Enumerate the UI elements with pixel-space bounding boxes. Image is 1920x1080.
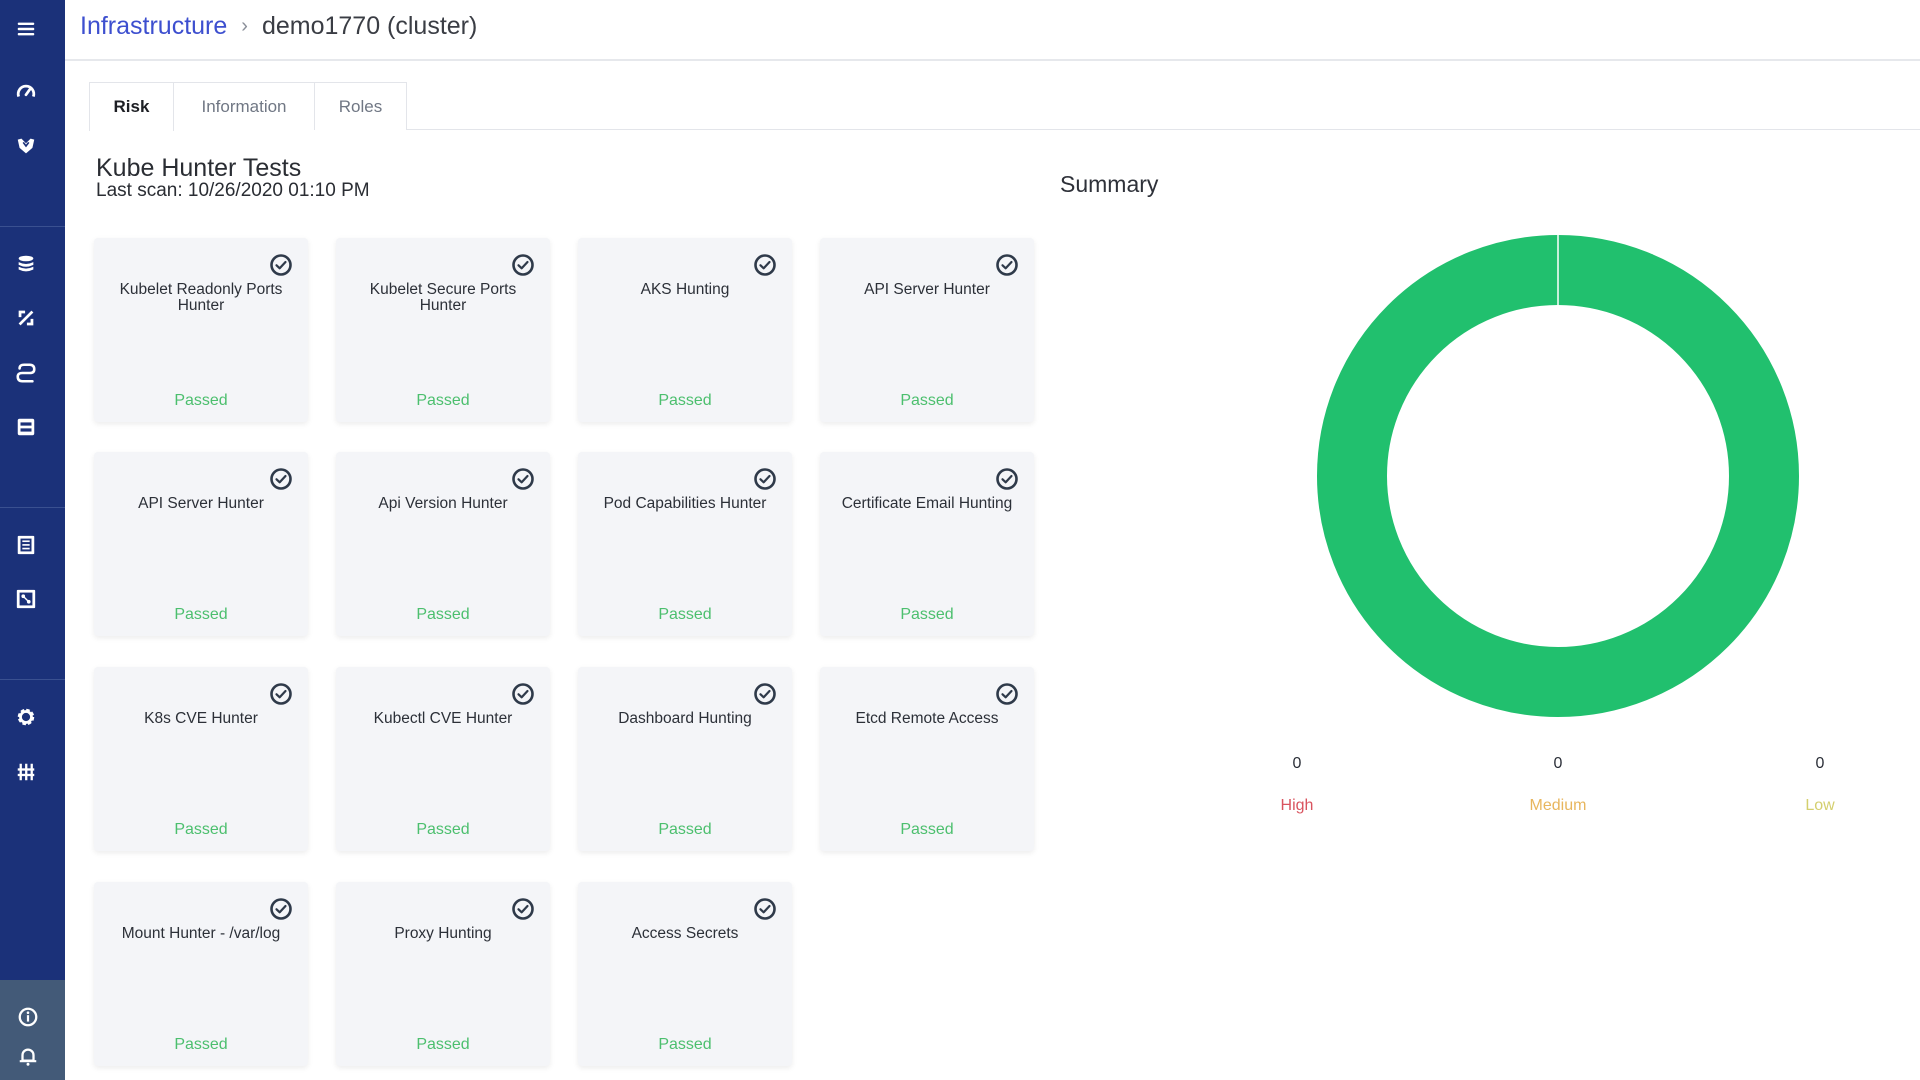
legend-low-count: 0 <box>1815 755 1825 772</box>
test-card[interactable]: AKS Hunting Passed <box>578 238 792 422</box>
bell-icon[interactable] <box>16 1044 40 1068</box>
tab-information[interactable]: Information <box>174 82 315 130</box>
test-name: Dashboard Hunting <box>618 710 752 727</box>
test-card[interactable]: Mount Hunter - /var/log Passed <box>94 882 308 1066</box>
test-status: Passed <box>658 606 712 623</box>
test-status: Passed <box>174 821 228 838</box>
test-status: Passed <box>900 606 954 623</box>
breadcrumb: Infrastructure › demo1770 (cluster) <box>80 12 477 41</box>
test-status: Passed <box>900 821 954 838</box>
test-card[interactable]: Kubelet Readonly Ports Hunter Passed <box>94 238 308 422</box>
test-card[interactable]: Api Version Hunter Passed <box>336 452 550 636</box>
test-card[interactable]: Proxy Hunting Passed <box>336 882 550 1066</box>
check-circle-icon <box>512 254 534 276</box>
summary-donut-chart <box>1317 234 1799 717</box>
breadcrumb-infrastructure-link[interactable]: Infrastructure <box>80 12 227 41</box>
legend-high-label: High <box>1280 797 1314 814</box>
check-circle-icon <box>270 468 292 490</box>
section-title: Kube Hunter Tests <box>96 154 302 182</box>
test-name: Mount Hunter - /var/log <box>121 925 281 942</box>
check-circle-icon <box>270 254 292 276</box>
check-circle-icon <box>996 468 1018 490</box>
test-name: Proxy Hunting <box>394 925 492 942</box>
breadcrumb-chevron-icon: › <box>241 15 248 37</box>
tab-bar: Risk Information Roles <box>89 82 1920 131</box>
layers-icon[interactable] <box>14 252 38 276</box>
test-status: Passed <box>900 392 954 409</box>
test-name: Api Version Hunter <box>378 495 508 512</box>
test-name: API Server Hunter <box>138 495 264 512</box>
percent-icon[interactable] <box>14 306 38 330</box>
check-circle-icon <box>512 898 534 920</box>
test-name: Kubectl CVE Hunter <box>373 710 513 727</box>
test-status: Passed <box>658 392 712 409</box>
check-circle-icon <box>996 254 1018 276</box>
test-name: API Server Hunter <box>864 281 990 298</box>
graph-icon[interactable] <box>14 587 38 611</box>
sidebar-divider <box>0 226 65 227</box>
info-icon[interactable] <box>16 1005 40 1029</box>
test-card[interactable]: API Server Hunter Passed <box>820 238 1034 422</box>
tab-roles[interactable]: Roles <box>315 82 407 130</box>
test-status: Passed <box>174 606 228 623</box>
test-status: Passed <box>416 821 470 838</box>
check-circle-icon <box>754 683 776 705</box>
test-name: Access Secrets <box>631 925 739 942</box>
legend-medium-count: 0 <box>1553 755 1563 772</box>
test-name: Etcd Remote Access <box>855 710 999 727</box>
test-card[interactable]: Access Secrets Passed <box>578 882 792 1066</box>
test-name: AKS Hunting <box>640 281 730 298</box>
dashboard-gauge-icon[interactable] <box>14 80 38 104</box>
legend-low-label: Low <box>1805 797 1835 814</box>
test-card[interactable]: Kubectl CVE Hunter Passed <box>336 667 550 851</box>
connection-icon[interactable] <box>14 361 38 385</box>
test-status: Passed <box>416 1036 470 1053</box>
summary-title: Summary <box>1060 171 1159 197</box>
test-card[interactable]: Certificate Email Hunting Passed <box>820 452 1034 636</box>
test-status: Passed <box>174 392 228 409</box>
last-scan-timestamp: Last scan: 10/26/2020 01:10 PM <box>96 180 370 201</box>
server-icon[interactable] <box>14 415 38 439</box>
test-name: Kubelet Secure Ports Hunter <box>369 281 517 314</box>
test-card[interactable]: Kubelet Secure Ports Hunter Passed <box>336 238 550 422</box>
test-name: K8s CVE Hunter <box>144 710 258 727</box>
sidebar <box>0 0 65 1080</box>
test-status: Passed <box>416 606 470 623</box>
test-name: Kubelet Readonly Ports Hunter <box>119 281 283 314</box>
sidebar-divider <box>0 507 65 508</box>
tab-risk[interactable]: Risk <box>89 82 174 131</box>
menu-icon[interactable] <box>14 17 38 41</box>
test-card[interactable]: Dashboard Hunting Passed <box>578 667 792 851</box>
test-status: Passed <box>174 1036 228 1053</box>
test-status: Passed <box>416 392 470 409</box>
breadcrumb-current: demo1770 (cluster) <box>261 12 478 40</box>
check-circle-icon <box>996 683 1018 705</box>
legend-medium-label: Medium <box>1529 797 1587 814</box>
sliders-icon[interactable] <box>14 760 38 784</box>
check-circle-icon <box>270 898 292 920</box>
test-card[interactable]: K8s CVE Hunter Passed <box>94 667 308 851</box>
test-card[interactable]: API Server Hunter Passed <box>94 452 308 636</box>
check-circle-icon <box>754 898 776 920</box>
check-circle-icon <box>754 468 776 490</box>
check-circle-icon <box>512 468 534 490</box>
test-card[interactable]: Pod Capabilities Hunter Passed <box>578 452 792 636</box>
header: Infrastructure › demo1770 (cluster) <box>65 0 1920 61</box>
test-status: Passed <box>658 821 712 838</box>
check-circle-icon <box>754 254 776 276</box>
test-status: Passed <box>658 1036 712 1053</box>
sidebar-divider <box>0 679 65 680</box>
shield-icon[interactable] <box>14 134 38 158</box>
test-name: Certificate Email Hunting <box>841 495 1013 512</box>
sidebar-footer <box>0 980 65 1080</box>
test-name: Pod Capabilities Hunter <box>603 495 767 512</box>
check-circle-icon <box>270 683 292 705</box>
check-circle-icon <box>512 683 534 705</box>
settings-icon[interactable] <box>14 705 38 729</box>
test-card[interactable]: Etcd Remote Access Passed <box>820 667 1034 851</box>
donut-slice-passed <box>1317 235 1799 717</box>
document-icon[interactable] <box>14 533 38 557</box>
legend-high-count: 0 <box>1292 755 1302 772</box>
